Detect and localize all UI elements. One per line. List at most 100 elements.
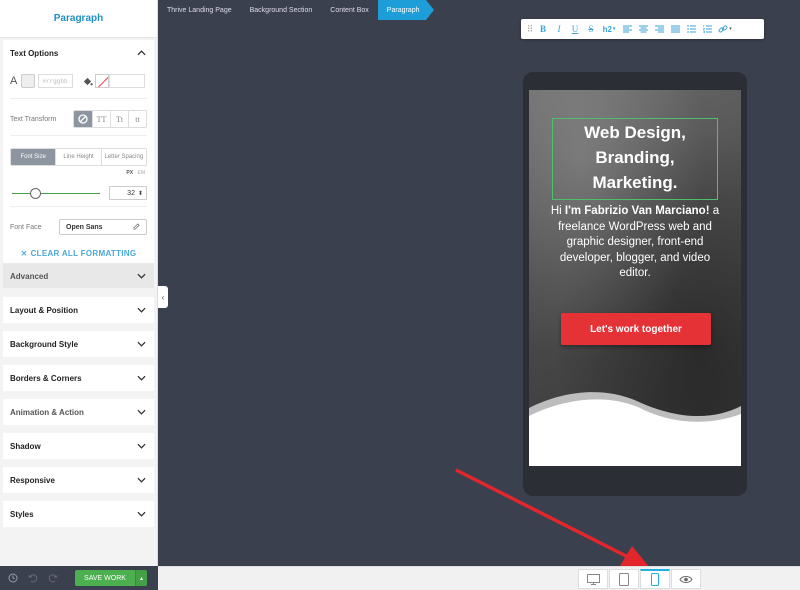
hero-intro-paragraph[interactable]: Hi I'm Fabrizio Van Marciano! a freelanc… [543, 204, 727, 282]
bold-icon[interactable]: B [535, 21, 551, 37]
background-color-swatch[interactable] [95, 74, 110, 88]
tab-line-height[interactable]: Line Height [55, 149, 101, 165]
heading-select[interactable]: h2 ▾ [599, 21, 619, 37]
numbered-list-icon[interactable] [699, 21, 715, 37]
strikethrough-icon[interactable]: S [583, 21, 599, 37]
stepper-icon[interactable]: ⬍ [138, 190, 143, 197]
tablet-view-button[interactable] [609, 569, 639, 589]
panel-header[interactable]: Responsive [3, 467, 154, 493]
slider-handle[interactable] [30, 187, 41, 199]
hero-headline[interactable]: Web Design, Branding, Marketing. [552, 120, 718, 195]
collapse-sidebar-handle[interactable]: ‹ [158, 286, 168, 308]
panel-background-style[interactable]: Background Style [3, 331, 154, 357]
wave-divider [529, 392, 741, 466]
breadcrumb-item[interactable]: Thrive Landing Page [158, 0, 241, 20]
panel-layout-position[interactable]: Layout & Position [3, 297, 154, 323]
chevron-left-icon: ‹ [161, 292, 165, 302]
cta-button[interactable]: Let's work together [561, 313, 711, 345]
unit-px[interactable]: PX [126, 170, 133, 176]
divider [10, 98, 147, 99]
drag-handle-icon[interactable]: ⠿ [525, 21, 535, 37]
text-options-title: Text Options [10, 48, 59, 58]
chevron-down-icon [135, 304, 147, 316]
panel-title: Responsive [10, 475, 55, 485]
pencil-icon[interactable] [133, 222, 140, 232]
no-transform-icon [78, 114, 88, 124]
align-center-icon[interactable] [635, 21, 651, 37]
chevron-up-icon: ▴ [139, 575, 143, 582]
sidebar-header: Paragraph [0, 0, 157, 38]
panel-borders-corners[interactable]: Borders & Corners [3, 365, 154, 391]
panel-responsive[interactable]: Responsive [3, 467, 154, 493]
align-right-icon[interactable] [651, 21, 667, 37]
panel-header[interactable]: Styles [3, 501, 154, 527]
tab-font-size[interactable]: Font Size [11, 149, 56, 165]
unit-em[interactable]: EM [138, 170, 146, 176]
align-left-icon[interactable] [619, 21, 635, 37]
font-face-select[interactable]: Open Sans [59, 219, 147, 235]
text-options-panel: Text Options A #rrggbb Text Transform TT… [3, 40, 154, 264]
breadcrumb-item[interactable]: Content Box [321, 0, 378, 20]
chevron-down-icon [135, 508, 147, 520]
text-transform-group: TT Tt tt [73, 110, 147, 128]
sidebar-title: Paragraph [53, 13, 104, 24]
history-icon[interactable] [8, 573, 18, 583]
text-format-toolbar: ⠿ B I U S h2 ▾ ▾ [521, 19, 764, 39]
panel-title: Background Style [10, 339, 79, 349]
panel-title: Styles [10, 509, 34, 519]
breadcrumb-item-active[interactable]: Paragraph [377, 0, 434, 20]
redo-icon[interactable] [48, 573, 58, 583]
panel-animation-action[interactable]: Animation & Action [3, 399, 154, 425]
background-color-input[interactable] [109, 74, 146, 88]
panels-list: Layout & Position Background Style Borders… [0, 297, 157, 527]
desktop-icon [586, 573, 600, 585]
panel-title: Borders & Corners [10, 373, 82, 383]
panel-advanced[interactable]: Advanced [3, 264, 154, 288]
chevron-down-icon [135, 270, 147, 282]
advanced-title: Advanced [10, 271, 49, 281]
tab-letter-spacing[interactable]: Letter Spacing [100, 149, 146, 165]
save-work-button[interactable]: SAVE WORK [75, 570, 135, 586]
mobile-screen: Web Design, Branding, Marketing. Hi I'm … [529, 90, 741, 466]
bullet-list-icon[interactable] [683, 21, 699, 37]
mobile-view-button[interactable] [640, 569, 670, 589]
transform-uppercase-button[interactable]: TT [92, 111, 110, 127]
panel-header[interactable]: Animation & Action [3, 399, 154, 425]
panel-header[interactable]: Shadow [3, 433, 154, 459]
text-options-header[interactable]: Text Options [3, 40, 154, 66]
device-preview-bar [158, 566, 800, 590]
panel-styles[interactable]: Styles [3, 501, 154, 527]
transform-lowercase-button[interactable]: tt [128, 111, 146, 127]
unit-toggle[interactable]: PX · EM [126, 170, 145, 176]
panel-header[interactable]: Layout & Position [3, 297, 154, 323]
align-justify-icon[interactable] [667, 21, 683, 37]
panel-shadow[interactable]: Shadow [3, 433, 154, 459]
size-tabs: Font Size Line Height Letter Spacing [10, 148, 147, 166]
preview-button[interactable] [671, 569, 701, 589]
font-color-input[interactable]: #rrggbb [38, 74, 74, 88]
transform-capitalize-button[interactable]: Tt [110, 111, 128, 127]
italic-icon[interactable]: I [551, 21, 567, 37]
transform-none-button[interactable] [74, 111, 92, 127]
undo-icon[interactable] [28, 573, 38, 583]
panel-title: Animation & Action [10, 407, 84, 417]
paint-bucket-icon[interactable] [82, 76, 94, 87]
link-icon[interactable]: ▾ [715, 21, 735, 37]
chevron-down-icon [135, 406, 147, 418]
panel-title: Shadow [10, 441, 41, 451]
font-color-swatch[interactable] [21, 74, 36, 88]
desktop-view-button[interactable] [578, 569, 608, 589]
font-size-input[interactable]: 32 ⬍ [109, 186, 147, 200]
breadcrumb: Thrive Landing Page Background Section C… [158, 0, 434, 20]
save-options-button[interactable]: ▴ [135, 570, 147, 586]
panel-header[interactable]: Background Style [3, 331, 154, 357]
panel-title: Layout & Position [10, 305, 78, 315]
clear-formatting-button[interactable]: ⨯ CLEAR ALL FORMATTING [10, 249, 147, 258]
font-size-slider[interactable] [12, 187, 100, 199]
chevron-down-icon [135, 372, 147, 384]
font-size-value: 32 [127, 189, 135, 197]
chevron-down-icon [135, 440, 147, 452]
breadcrumb-item[interactable]: Background Section [241, 0, 322, 20]
panel-header[interactable]: Borders & Corners [3, 365, 154, 391]
underline-icon[interactable]: U [567, 21, 583, 37]
